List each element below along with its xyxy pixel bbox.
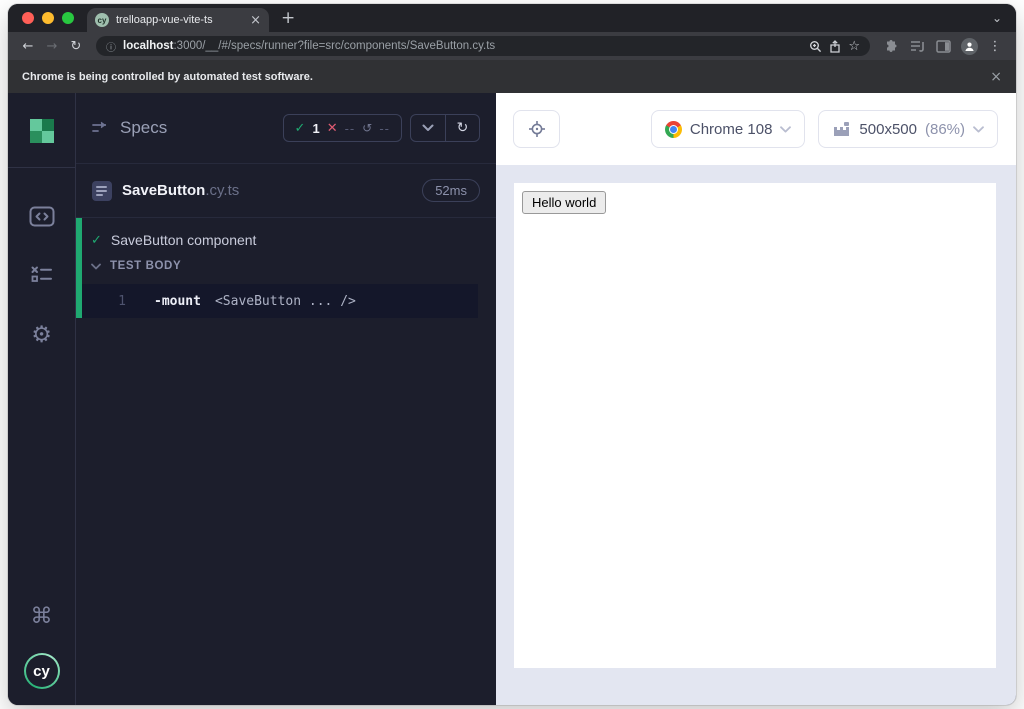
browser-toolbar: ← → ↻ ⓘ localhost:3000/__/#/specs/runner… (8, 32, 1016, 60)
sidebar-item-runs[interactable] (30, 265, 54, 284)
ruler-icon (834, 121, 850, 136)
zoom-page-icon[interactable] (809, 40, 822, 53)
spec-document-icon (92, 180, 112, 201)
bookmark-star-icon[interactable]: ☆ (848, 40, 860, 53)
passed-check-icon: ✓ (294, 120, 306, 136)
tab-close-icon[interactable]: × (250, 14, 261, 27)
crosshair-icon (528, 121, 545, 137)
site-info-icon[interactable]: ⓘ (106, 39, 116, 54)
failed-count: -- (344, 120, 356, 136)
collapse-chevron-icon[interactable] (411, 115, 445, 141)
browser-select-dropdown[interactable]: Chrome 108 (650, 110, 806, 148)
viewport-dropdown[interactable]: 500x500 (86%) (818, 110, 998, 148)
cypress-sidebar: ⚙ ⌘ cy (8, 93, 76, 705)
spec-file-name: SaveButton.cy.ts (122, 182, 240, 199)
failed-x-icon: ✕ (326, 120, 338, 136)
sidebar-item-settings-gear-icon[interactable]: ⚙ (31, 322, 52, 348)
command-line-number: 1 (118, 293, 126, 309)
close-window-button[interactable] (22, 12, 34, 24)
reporter-header: Specs ✓ 1 ✕ -- ↺ -- ↻ (76, 93, 496, 163)
minimize-window-button[interactable] (42, 12, 54, 24)
url-text: localhost:3000/__/#/specs/runner?file=sr… (123, 40, 802, 52)
pending-spinner-icon: ↺ (362, 121, 373, 135)
section-chevron-icon (91, 263, 101, 270)
browser-window: cy trelloapp-vue-vite-ts × + ⌄ ← → ↻ ⓘ l… (8, 4, 1016, 705)
reporter-panel: Specs ✓ 1 ✕ -- ↺ -- ↻ SaveButton.cy.ts 5… (76, 93, 496, 705)
command-log-row[interactable]: 1 -mount <SaveButton ... /> (82, 284, 478, 318)
url-host: localhost (123, 40, 174, 52)
reading-list-icon[interactable] (906, 40, 928, 53)
traffic-lights (8, 12, 74, 24)
specs-list-icon (92, 121, 106, 132)
url-path: :3000/__/#/specs/runner?file=src/compone… (173, 40, 496, 52)
test-passed-check-icon: ✓ (91, 232, 102, 248)
spec-duration-badge: 52ms (422, 179, 480, 202)
preview-header: Chrome 108 500x500 (86%) (496, 93, 1016, 165)
reload-button[interactable]: ↻ (66, 39, 86, 54)
extensions-puzzle-icon[interactable] (880, 39, 902, 54)
sidebar-divider (8, 167, 76, 168)
side-panel-icon[interactable] (932, 39, 954, 53)
aut-container: Hello world (496, 165, 1016, 705)
sidebar-item-specs[interactable] (29, 206, 55, 227)
keyboard-shortcuts-command-icon[interactable]: ⌘ (31, 604, 53, 629)
reporter-controls: ↻ (410, 114, 480, 142)
chrome-logo-icon (664, 120, 682, 138)
browser-menu-icon[interactable]: ⋮ (984, 39, 1006, 54)
project-logo-icon (29, 119, 54, 143)
test-title-row[interactable]: ✓ SaveButton component (76, 232, 496, 248)
command-name: -mount (154, 293, 201, 309)
viewport-size-label: 500x500 (859, 120, 917, 138)
preview-pane: Chrome 108 500x500 (86%) Hello world (496, 93, 1016, 705)
aut-iframe: Hello world (514, 183, 996, 668)
spec-file-row[interactable]: SaveButton.cy.ts 52ms (76, 163, 496, 218)
pending-count: -- (379, 120, 390, 136)
test-title: SaveButton component (110, 232, 257, 248)
chevron-down-icon (973, 125, 984, 132)
rerun-tests-icon[interactable]: ↻ (445, 115, 479, 141)
command-args: <SaveButton ... /> (214, 293, 356, 309)
back-button[interactable]: ← (18, 39, 38, 54)
automation-infobar: Chrome is being controlled by automated … (8, 60, 1016, 93)
browser-select-label: Chrome 108 (689, 120, 773, 138)
test-stats[interactable]: ✓ 1 ✕ -- ↺ -- (282, 114, 402, 142)
specs-panel-title: Specs (120, 118, 168, 137)
reporter-empty-area (76, 318, 496, 705)
test-result-block: ✓ SaveButton component TEST BODY 1 -moun… (76, 218, 496, 318)
tab-title: trelloapp-vue-vite-ts (116, 14, 213, 26)
share-icon[interactable] (829, 39, 841, 53)
profile-avatar[interactable] (958, 37, 980, 55)
passed-count: 1 (312, 120, 320, 136)
infobar-close-icon[interactable]: × (990, 69, 1002, 85)
cypress-logo-icon[interactable]: cy (24, 653, 60, 689)
zoom-window-button[interactable] (62, 12, 74, 24)
chevron-down-icon (780, 125, 792, 132)
tab-favicon-cypress-icon: cy (95, 13, 109, 27)
address-bar[interactable]: ⓘ localhost:3000/__/#/specs/runner?file=… (96, 36, 870, 56)
forward-button[interactable]: → (42, 39, 62, 54)
new-tab-button[interactable]: + (281, 9, 295, 27)
tab-search-chevron-icon[interactable]: ⌄ (992, 11, 1002, 25)
viewport-scale-label: (86%) (924, 120, 965, 138)
infobar-text: Chrome is being controlled by automated … (22, 70, 313, 83)
browser-tab[interactable]: cy trelloapp-vue-vite-ts × (87, 8, 269, 32)
tab-strip: cy trelloapp-vue-vite-ts × + ⌄ (8, 4, 1016, 32)
passed-indicator-bar (76, 218, 82, 318)
test-body-section-row[interactable]: TEST BODY (76, 260, 496, 272)
spec-file-ext: .cy.ts (205, 182, 240, 199)
selector-playground-button[interactable] (513, 110, 560, 148)
section-label: TEST BODY (110, 260, 182, 272)
hello-world-button[interactable]: Hello world (522, 191, 607, 214)
cypress-app: ⚙ ⌘ cy Specs ✓ 1 ✕ -- ↺ -- ↻ SaveButton.… (8, 93, 1016, 705)
